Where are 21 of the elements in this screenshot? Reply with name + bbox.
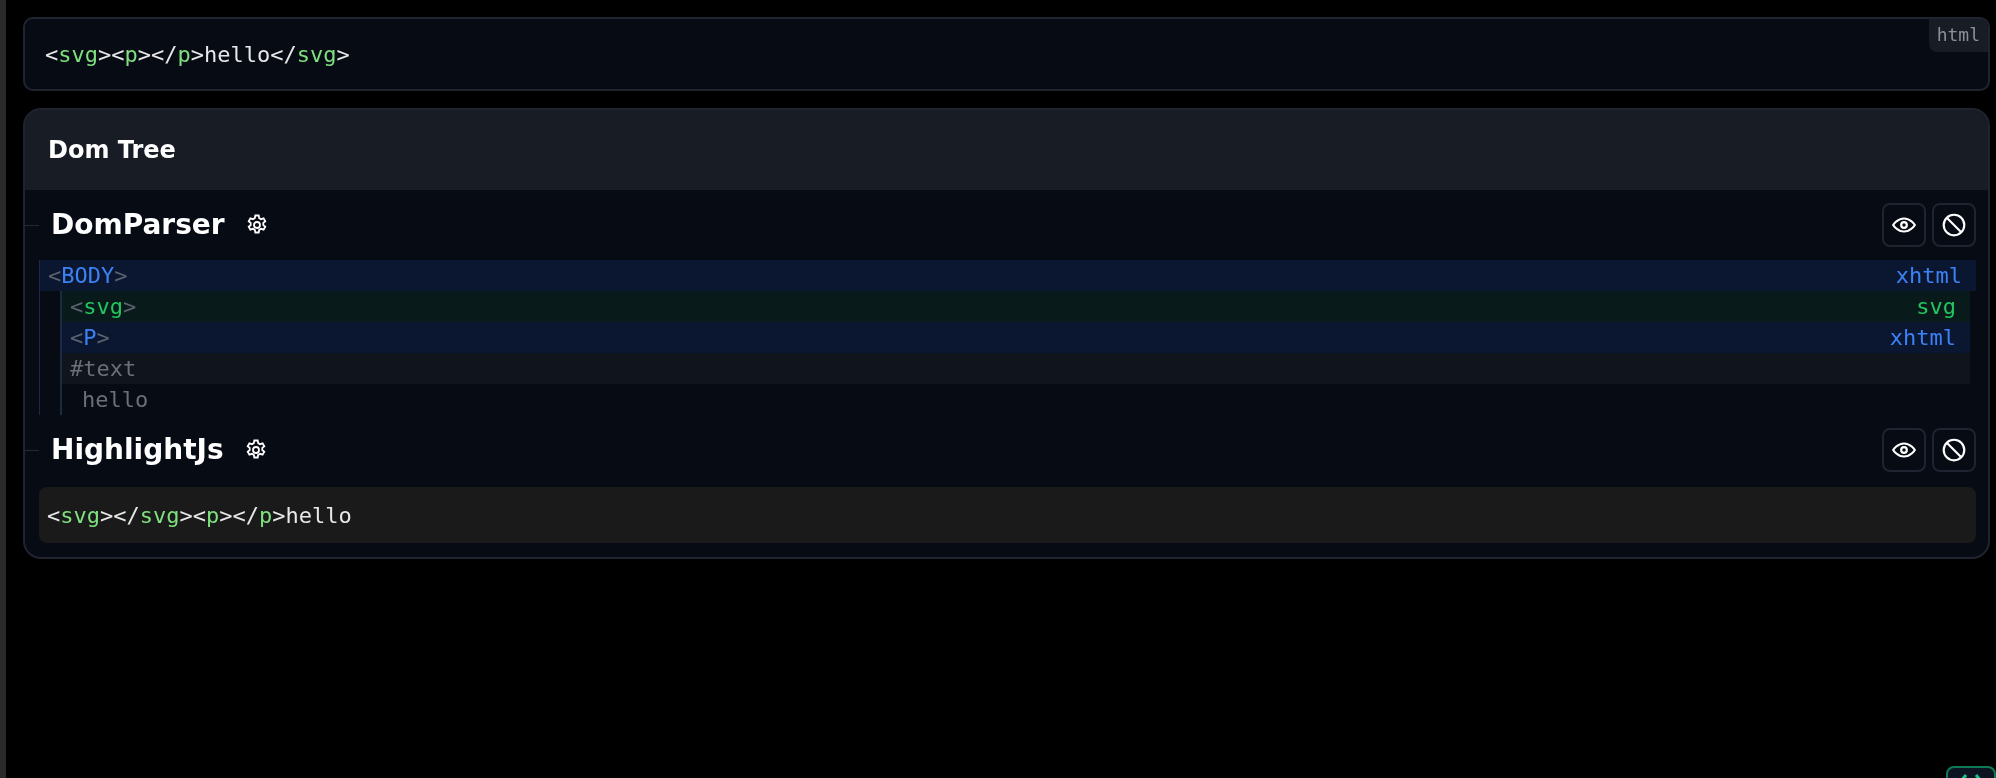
tree-node[interactable]: <svg> xyxy=(70,290,137,323)
code-text: <svg><p></p>hello</svg> xyxy=(45,40,350,69)
disable-button[interactable] xyxy=(1932,203,1976,247)
tree-node[interactable]: <BODY> xyxy=(48,259,128,292)
text-value: hello xyxy=(81,386,150,414)
tree-node[interactable]: <P> xyxy=(70,321,110,354)
namespace-label: xhtml xyxy=(1889,324,1956,352)
code-input[interactable]: <svg><p></p>hello</svg> html xyxy=(23,17,1990,91)
panel-title: Dom Tree xyxy=(48,135,176,166)
block-icon xyxy=(1941,212,1967,238)
namespace-label: xhtml xyxy=(1895,262,1962,290)
namespace-label: svg xyxy=(1916,293,1956,321)
view-button[interactable] xyxy=(1882,428,1926,472)
disable-button[interactable] xyxy=(1932,428,1976,472)
section-title: HighlightJs xyxy=(51,432,224,468)
section-title: DomParser xyxy=(51,207,225,243)
view-button[interactable] xyxy=(1882,203,1926,247)
language-label: html xyxy=(1928,19,1988,52)
tree-node[interactable]: #text xyxy=(70,352,137,385)
code-text: <svg></svg><p></p>hello xyxy=(47,501,352,530)
block-icon xyxy=(1941,437,1967,463)
